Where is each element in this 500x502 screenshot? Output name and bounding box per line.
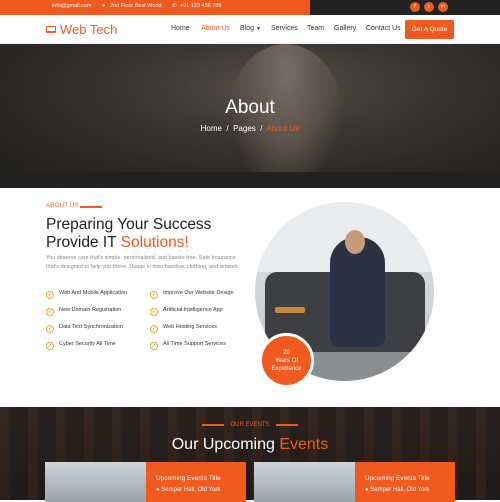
main-navbar: Web Tech Home About Us Blog ▼ Services T… bbox=[0, 15, 500, 44]
brand-logo[interactable]: Web Tech bbox=[46, 22, 117, 37]
events-heading-text: Our Upcoming bbox=[171, 436, 280, 453]
event-title[interactable]: Upcoming Events Title bbox=[156, 475, 221, 482]
laptop-icon bbox=[46, 26, 56, 33]
check-icon: ✓ bbox=[150, 325, 158, 333]
feature-item: ✓ Data Text Synchronization bbox=[46, 324, 123, 333]
about-heading-highlight: Solutions! bbox=[120, 234, 189, 251]
feature-label: Data Text Synchronization bbox=[59, 324, 123, 330]
event-title[interactable]: Upcoming Events Title bbox=[365, 475, 430, 482]
events-heading-highlight: Events bbox=[279, 436, 329, 453]
image-person-head bbox=[345, 230, 365, 254]
event-image[interactable] bbox=[254, 462, 355, 502]
event-card[interactable]: Upcoming Events Title ● Semper Hall, Old… bbox=[355, 462, 455, 502]
map-pin-icon: ● bbox=[365, 487, 369, 493]
about-heading: Preparing Your Success Provide IT Soluti… bbox=[46, 216, 266, 252]
nav-home[interactable]: Home bbox=[171, 25, 190, 32]
brand-name: Web Tech bbox=[60, 22, 118, 37]
feature-item: ✓ New Domain Registration bbox=[46, 307, 121, 316]
check-icon: ✓ bbox=[150, 308, 158, 316]
breadcrumb-current: About Us bbox=[266, 124, 300, 133]
nav-gallery[interactable]: Gallery bbox=[334, 25, 356, 32]
map-pin-icon: ● bbox=[102, 3, 106, 9]
feature-item: ✓ Web Hosting Services bbox=[150, 324, 217, 333]
events-eyebrow: OUR EVENTS bbox=[230, 422, 270, 428]
email-text[interactable]: info@gmail.com bbox=[52, 3, 92, 9]
page-hero: About Home / Pages / About Us bbox=[0, 44, 500, 188]
event-location-text: Semper Hall, Old York bbox=[161, 487, 221, 493]
top-info-bar: info@gmail.com ● 2nd Floor Best World ✆ … bbox=[0, 0, 500, 15]
check-icon: ✓ bbox=[150, 291, 158, 299]
check-icon: ✓ bbox=[46, 291, 54, 299]
phone-text[interactable]: +91 123 456 789 bbox=[180, 3, 221, 9]
breadcrumb-home[interactable]: Home bbox=[201, 124, 222, 133]
nav-about-us[interactable]: About Us bbox=[201, 25, 230, 32]
nav-contact-us[interactable]: Contact Us bbox=[366, 25, 401, 32]
badge-line2: Years Of bbox=[274, 358, 299, 364]
feature-item: ✓ Artificial Intelligence App bbox=[150, 307, 223, 316]
about-heading-line2: Provide IT bbox=[46, 234, 121, 251]
events-section: OUR EVENTS Our Upcoming Events Upcoming … bbox=[0, 407, 500, 502]
feature-label: New Domain Registration bbox=[59, 307, 122, 313]
feature-item: ✓ Web And Mobile Application bbox=[46, 290, 127, 299]
about-heading-line1: Preparing Your Success bbox=[46, 216, 212, 233]
event-location-text: Semper Hall, Old York bbox=[370, 487, 430, 493]
feature-label: Web And Mobile Application bbox=[59, 290, 128, 296]
event-card[interactable]: Upcoming Events Title ● Semper Hall, Old… bbox=[146, 462, 246, 502]
feature-label: Cyber Security All Time bbox=[59, 341, 116, 347]
event-location: ● Semper Hall, Old York bbox=[365, 487, 429, 493]
phone-icon: ✆ bbox=[172, 3, 177, 9]
map-pin-icon: ● bbox=[156, 487, 160, 493]
feature-item: ✓ All Time Support Services bbox=[150, 341, 226, 350]
check-icon: ✓ bbox=[46, 308, 54, 316]
feature-item: ✓ Cyber Security All Time bbox=[46, 341, 116, 350]
feature-label: Artificial Intelligence App bbox=[163, 307, 223, 313]
breadcrumb-pages[interactable]: Pages bbox=[233, 124, 256, 133]
breadcrumb: Home / Pages / About Us bbox=[0, 124, 500, 133]
eyebrow-divider bbox=[80, 206, 102, 208]
nav-blog[interactable]: Blog ▼ bbox=[240, 25, 261, 32]
facebook-icon[interactable]: f bbox=[410, 2, 420, 12]
chevron-down-icon: ▼ bbox=[255, 26, 261, 32]
feature-label: Web Hosting Services bbox=[163, 324, 218, 330]
badge-years: 20 bbox=[283, 350, 290, 356]
get-a-quote-button[interactable]: Get A Quote bbox=[405, 20, 454, 39]
experience-badge: 20 Years Of Experience bbox=[259, 333, 314, 388]
event-image[interactable] bbox=[45, 462, 146, 502]
about-eyebrow: ABOUT US bbox=[46, 203, 79, 209]
about-paragraph: You deserve care that's simple, personal… bbox=[46, 255, 240, 270]
feature-item: ✓ Improve Our Website Design bbox=[150, 290, 234, 299]
breadcrumb-separator: / bbox=[258, 124, 265, 133]
linkedin-icon[interactable]: in bbox=[438, 2, 448, 12]
breadcrumb-separator: / bbox=[224, 124, 231, 133]
event-location: ● Semper Hall, Old York bbox=[156, 487, 220, 493]
address-text: 2nd Floor Best World bbox=[110, 3, 162, 9]
image-table bbox=[275, 307, 305, 313]
twitter-icon[interactable]: t bbox=[424, 2, 434, 12]
events-heading: Our Upcoming Events bbox=[0, 436, 500, 454]
page-title: About bbox=[225, 97, 275, 118]
check-icon: ✓ bbox=[46, 342, 54, 350]
check-icon: ✓ bbox=[46, 325, 54, 333]
nav-blog-label: Blog bbox=[240, 25, 255, 32]
nav-services[interactable]: Services bbox=[271, 25, 298, 32]
feature-label: Improve Our Website Design bbox=[163, 290, 234, 296]
feature-label: All Time Support Services bbox=[163, 341, 226, 347]
nav-team[interactable]: Team bbox=[307, 25, 324, 32]
check-icon: ✓ bbox=[150, 342, 158, 350]
badge-line3: Experience bbox=[271, 366, 302, 372]
